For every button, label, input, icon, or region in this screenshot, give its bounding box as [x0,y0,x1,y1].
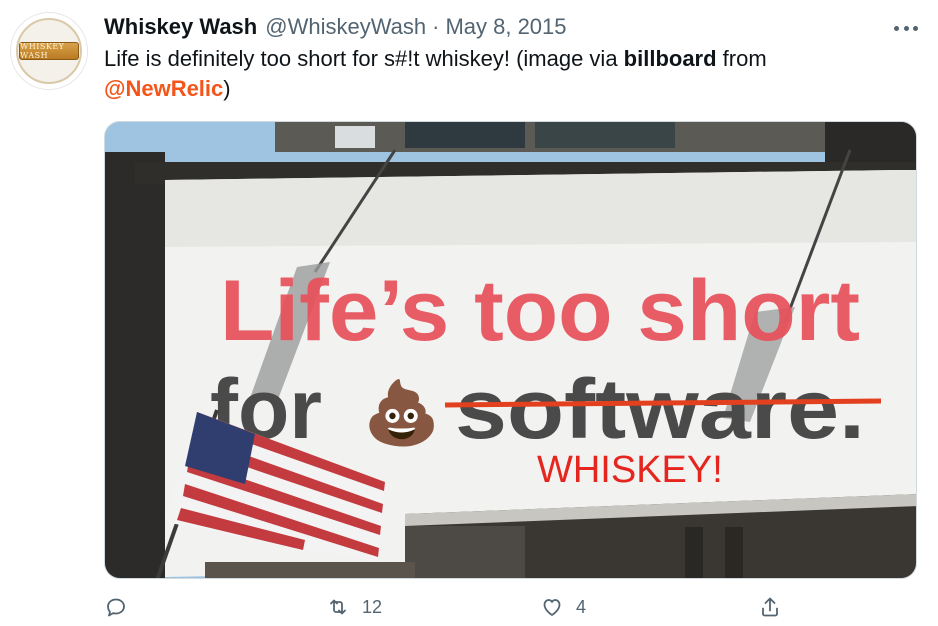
like-button[interactable]: 4 [540,592,586,622]
author-name[interactable]: Whiskey Wash [104,14,257,40]
retweet-count: 12 [362,596,383,617]
tweet-text-part2: from [716,46,767,71]
billboard-photo: Life’s too short for 💩 software. WHISKEY… [105,122,916,578]
retweet-icon [330,599,346,615]
heart-icon [543,599,561,616]
avatar[interactable]: WHISKEY WASH [10,12,88,90]
separator-dot: · [432,14,440,39]
mention-link[interactable]: @NewRelic [104,76,223,101]
share-button[interactable] [758,592,782,622]
avatar-logo: WHISKEY WASH [16,18,82,84]
tweet-actions: 12 4 [104,592,794,622]
avatar-logo-label: WHISKEY WASH [19,42,79,60]
tweet-text: Life is definitely too short for s#!t wh… [104,44,914,104]
tweet-date[interactable]: May 8, 2015 [445,14,566,40]
billboard-line1: Life’s too short [220,263,860,359]
share-icon [762,597,778,617]
author-handle[interactable]: @WhiskeyWash [265,14,426,40]
billboard-whiskey: WHISKEY! [537,449,723,491]
poop-emoji: 💩 [363,376,440,449]
tweet-text-part3: ) [223,76,231,101]
tweet-media-image[interactable]: Life’s too short for 💩 software. WHISKEY… [104,121,917,579]
like-count: 4 [576,596,587,617]
more-options-icon[interactable] [894,18,918,38]
retweet-button[interactable]: 12 [326,592,382,622]
reply-button[interactable] [104,592,128,622]
tweet-text-bold: billboard [623,46,717,71]
tweet-header: Whiskey Wash @WhiskeyWash · May 8, 2015 [104,12,918,42]
tweet-text-part1: Life is definitely too short for s#!t wh… [104,46,624,71]
reply-icon [107,598,125,617]
billboard-struck-word: software. [455,362,865,456]
